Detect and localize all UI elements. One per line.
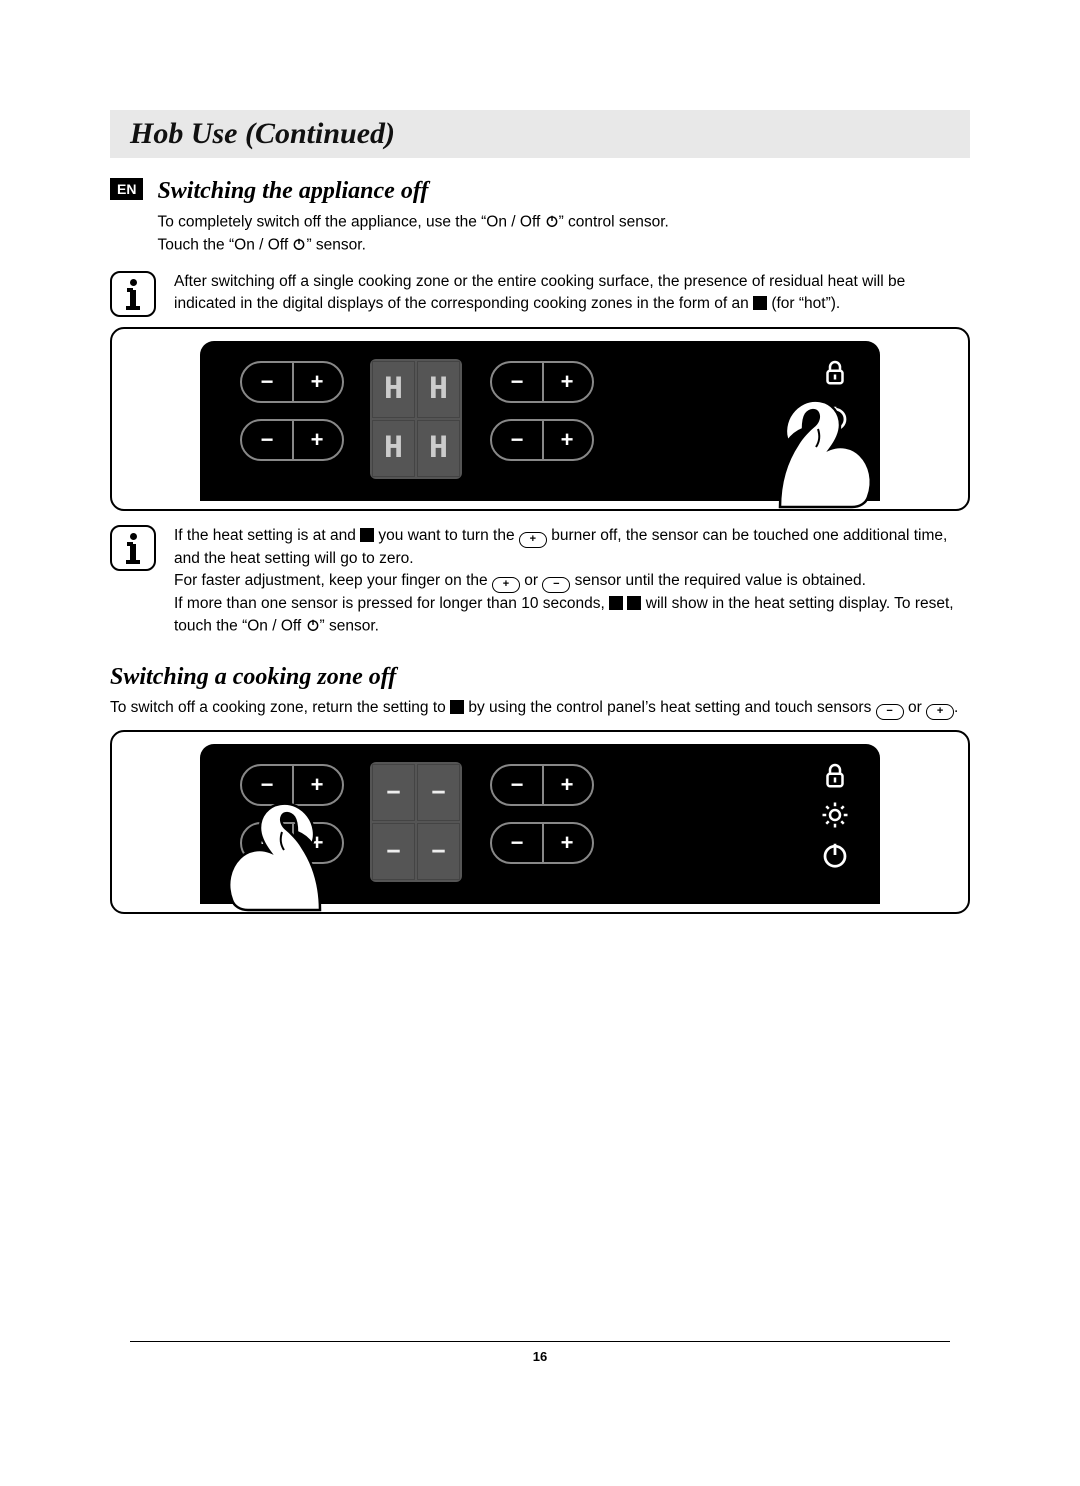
footer-rule: [130, 1341, 950, 1342]
hot-glyph: [609, 596, 623, 610]
text: sensor until the required value is obtai…: [570, 572, 866, 589]
minus-plus-sensor[interactable]: −+: [490, 419, 594, 461]
power-icon: [292, 234, 306, 256]
control-panel: −+ −+ – – – – −+ −+: [200, 744, 880, 904]
note-1: After switching off a single cooking zon…: [174, 271, 970, 317]
display-cell: –: [372, 764, 415, 821]
text: For faster adjustment, keep your finger …: [174, 572, 492, 589]
minus-plus-sensor[interactable]: −+: [240, 764, 344, 806]
control-panel: −+ −+ H H H H −+ −+: [200, 341, 880, 501]
text: To completely switch off the appliance, …: [157, 213, 544, 230]
section-title-1: Switching the appliance off: [157, 178, 970, 205]
minus-plus-sensor[interactable]: −+: [490, 764, 594, 806]
minus-plus-sensor[interactable]: −+: [490, 361, 594, 403]
power-icon[interactable]: [820, 840, 850, 870]
lock-icon[interactable]: [820, 760, 850, 790]
display-cell: H: [372, 420, 415, 477]
lock-icon[interactable]: [820, 357, 850, 387]
minus-plus-sensor[interactable]: −+: [240, 419, 344, 461]
display-cell: H: [417, 420, 460, 477]
page-title: Hob Use (Continued): [130, 117, 395, 151]
text: .: [954, 699, 958, 716]
text: or: [904, 699, 926, 716]
display-cell: H: [372, 361, 415, 418]
hot-glyph: [450, 700, 464, 714]
plus-sensor-glyph: +: [519, 532, 547, 548]
plus-sensor-glyph: +: [492, 577, 520, 593]
text: you want to turn the: [374, 527, 519, 544]
figure-1: −+ −+ H H H H −+ −+: [110, 327, 970, 511]
text: ” sensor.: [306, 236, 365, 253]
display-cell: –: [417, 764, 460, 821]
display-grid: H H H H: [370, 359, 462, 479]
text: ” sensor.: [320, 618, 379, 635]
figure-2: −+ −+ – – – – −+ −+: [110, 730, 970, 914]
info-icon: [110, 271, 156, 317]
text: or: [520, 572, 542, 589]
language-badge: EN: [110, 178, 143, 200]
display-cell: –: [417, 823, 460, 880]
display-cell: –: [372, 823, 415, 880]
minus-plus-sensor[interactable]: −+: [240, 361, 344, 403]
text: Touch the “On / Off: [157, 236, 292, 253]
display-grid: – – – –: [370, 762, 462, 882]
section-title-2: Switching a cooking zone off: [110, 664, 970, 691]
minus-plus-sensor[interactable]: −+: [490, 822, 594, 864]
minus-sensor-glyph: −: [542, 577, 570, 593]
text: If the heat setting is at and: [174, 527, 360, 544]
text: (for “hot”).: [767, 295, 840, 312]
header-band: Hob Use (Continued): [110, 110, 970, 158]
brightness-icon[interactable]: [820, 800, 850, 830]
minus-sensor-glyph: −: [876, 704, 904, 720]
hot-glyph: [627, 596, 641, 610]
hand-pointer-icon: [740, 389, 890, 509]
plus-sensor-glyph: +: [926, 704, 954, 720]
hot-glyph: [753, 296, 767, 310]
power-icon: [306, 615, 320, 637]
power-icon: [545, 211, 559, 233]
power-icon[interactable]: [820, 403, 850, 433]
page-number: 16: [0, 1349, 1080, 1364]
text: ” control sensor.: [559, 213, 669, 230]
section2-paragraph: To switch off a cooking zone, return the…: [110, 697, 970, 720]
hot-glyph: [360, 528, 374, 542]
info-icon: [110, 525, 156, 571]
text: by using the control panel’s heat settin…: [464, 699, 876, 716]
minus-plus-sensor[interactable]: −+: [240, 822, 344, 864]
section1-paragraph: To completely switch off the appliance, …: [157, 211, 970, 257]
text: To switch off a cooking zone, return the…: [110, 699, 450, 716]
text: If more than one sensor is pressed for l…: [174, 595, 609, 612]
note-2: If the heat setting is at and you want t…: [174, 525, 970, 639]
display-cell: H: [417, 361, 460, 418]
